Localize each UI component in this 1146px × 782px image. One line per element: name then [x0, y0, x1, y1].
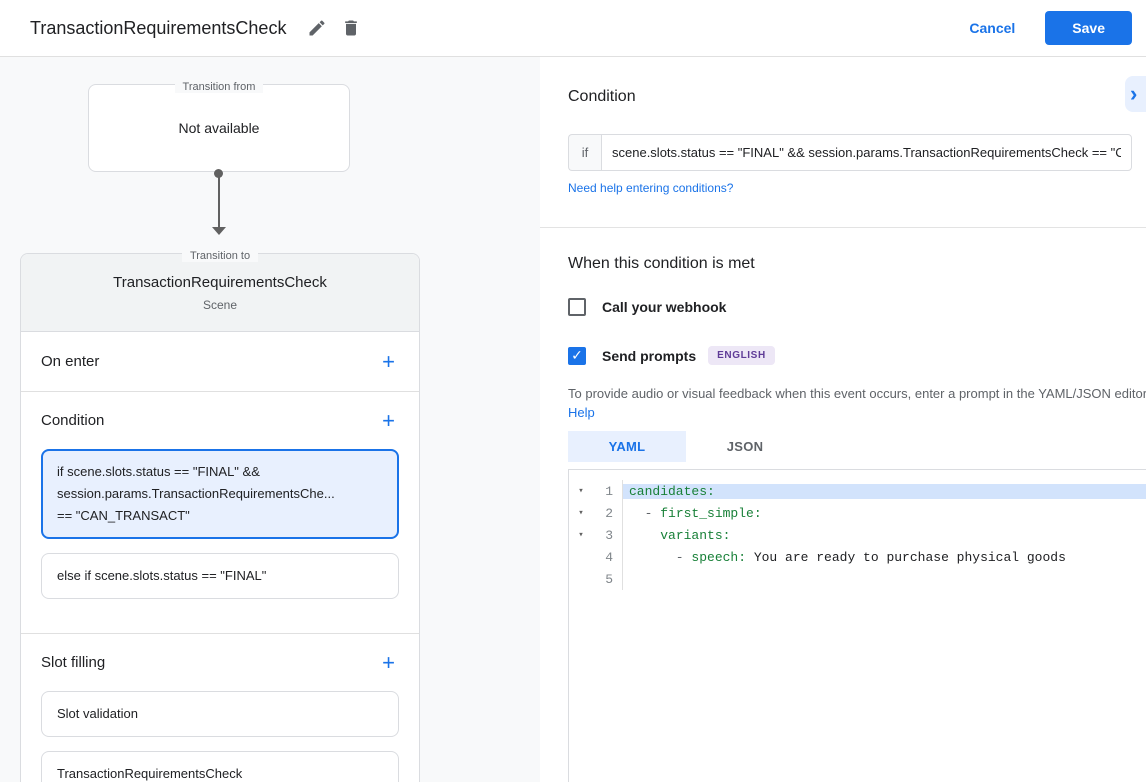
code-line[interactable]: candidates: [623, 483, 1146, 499]
add-slot-filling-button[interactable]: + [378, 650, 399, 676]
slot-chip-label: TransactionRequirementsCheck [57, 766, 243, 781]
add-condition-button[interactable]: + [378, 408, 399, 434]
line-number: 5 [605, 571, 613, 587]
edit-title-button[interactable] [300, 11, 334, 45]
condition-section-label: Condition [41, 412, 105, 429]
condition-chip-line: == "CAN_TRANSACT" [57, 508, 190, 523]
editor-line: ▾ 1 candidates: [569, 480, 1146, 502]
conditions-help-link[interactable]: Need help entering conditions? [568, 181, 733, 195]
transition-arrow-line [218, 173, 220, 229]
condition-detail-panel: Condition › if Need help entering condit… [540, 57, 1146, 782]
condition-chip-line: if scene.slots.status == "FINAL" && [57, 464, 260, 479]
code-line[interactable]: variants: [623, 528, 1146, 543]
slot-filling-section-label: Slot filling [41, 654, 106, 671]
send-prompts-checkbox[interactable]: ✓ [568, 346, 586, 365]
condition-chip-selected[interactable]: if scene.slots.status == "FINAL" && sess… [41, 449, 399, 539]
condition-chip-line: else if scene.slots.status == "FINAL" [57, 568, 267, 583]
tab-json[interactable]: JSON [686, 431, 804, 462]
editor-line: ▾ 2 - first_simple: [569, 502, 1146, 524]
pencil-icon [309, 20, 325, 36]
delete-scene-button[interactable] [334, 11, 368, 45]
trash-icon [345, 20, 358, 36]
save-button[interactable]: Save [1045, 11, 1132, 45]
section-divider [540, 227, 1146, 228]
condition-chip-line: session.params.TransactionRequirementsCh… [57, 486, 335, 501]
chevron-right-icon: › [1130, 81, 1138, 106]
gutter-separator [615, 568, 623, 590]
line-number: 2 [605, 505, 613, 521]
transition-from-label: Transition from [89, 77, 349, 95]
transition-arrow-head-icon [212, 227, 226, 235]
call-webhook-checkbox[interactable] [568, 298, 586, 316]
collapse-panel-button[interactable]: › [1125, 76, 1146, 112]
code-line[interactable]: - first_simple: [623, 506, 1146, 521]
checkmark-icon: ✓ [571, 347, 583, 363]
prompts-help-text: To provide audio or visual feedback when… [568, 384, 1146, 422]
scene-graph-panel: Transition from Not available Transition… [0, 57, 540, 782]
gutter-separator [615, 546, 623, 568]
editor-line: ▾ 3 variants: [569, 524, 1146, 546]
tab-yaml[interactable]: YAML [568, 431, 686, 462]
transition-from-value: Not available [178, 120, 260, 136]
scene-card-title: TransactionRequirementsCheck [113, 274, 327, 291]
line-number: 3 [605, 527, 613, 543]
prompts-help-body: To provide audio or visual feedback when… [568, 386, 1146, 401]
scene-card: TransactionRequirementsCheck Scene On en… [20, 253, 420, 782]
slot-validation-chip[interactable]: Slot validation [41, 691, 399, 737]
editor-format-tabs: YAML JSON [568, 431, 804, 462]
webhook-row: Call your webhook [568, 298, 726, 316]
send-prompts-row: ✓ Send prompts ENGLISH [568, 346, 775, 365]
slot-filling-section: Slot filling + Slot validation Transacti… [21, 634, 419, 782]
slot-chip-label: Slot validation [57, 706, 138, 721]
if-prefix-label: if [568, 134, 601, 171]
condition-heading: Condition [568, 88, 636, 105]
scene-card-subtitle: Scene [202, 298, 238, 312]
add-on-enter-button[interactable]: + [378, 349, 399, 375]
on-enter-row: On enter + [21, 332, 419, 392]
condition-chip-else[interactable]: else if scene.slots.status == "FINAL" [41, 553, 399, 599]
condition-expression-row: if [568, 134, 1132, 171]
transition-from-box: Transition from Not available [88, 81, 350, 172]
scene-card-header[interactable]: TransactionRequirementsCheck Scene [21, 254, 419, 332]
top-bar: TransactionRequirementsCheck Cancel Save [0, 0, 1146, 57]
when-condition-met-heading: When this condition is met [568, 255, 755, 272]
transition-to-label: Transition to [20, 246, 420, 264]
condition-expression-input[interactable] [601, 134, 1132, 171]
editor-line: 4 - speech: You are ready to purchase ph… [569, 546, 1146, 568]
code-line[interactable]: - speech: You are ready to purchase phys… [623, 550, 1146, 565]
gutter-separator [615, 480, 623, 502]
language-badge: ENGLISH [708, 346, 775, 365]
on-enter-label: On enter [41, 353, 100, 370]
cancel-button[interactable]: Cancel [957, 12, 1027, 44]
editor-line: 5 [569, 568, 1146, 590]
call-webhook-label: Call your webhook [602, 299, 727, 315]
send-prompts-label: Send prompts [602, 347, 697, 364]
line-number: 1 [605, 483, 613, 499]
condition-section: Condition + if scene.slots.status == "FI… [21, 392, 419, 634]
prompts-help-link[interactable]: Help [568, 405, 595, 420]
gutter-separator [615, 502, 623, 524]
collapse-arrow-icon[interactable]: ▾ [569, 530, 593, 540]
transaction-requirements-chip[interactable]: TransactionRequirementsCheck [41, 751, 399, 782]
yaml-code-editor[interactable]: ▾ 1 candidates: ▾ 2 - first_simple: ▾ 3 … [568, 469, 1146, 782]
collapse-arrow-icon[interactable]: ▾ [569, 508, 593, 518]
line-number: 4 [605, 549, 613, 565]
collapse-arrow-icon[interactable]: ▾ [569, 486, 593, 496]
page-title: TransactionRequirementsCheck [30, 17, 287, 38]
gutter-separator [615, 524, 623, 546]
